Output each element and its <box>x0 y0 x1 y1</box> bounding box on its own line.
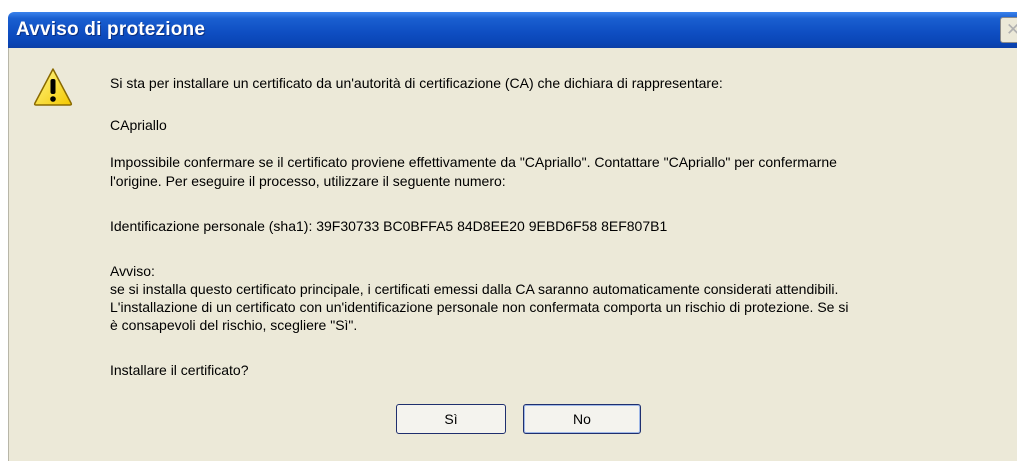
warning-text-line1: se si installa questo certificato princi… <box>110 281 839 297</box>
security-warning-dialog: Avviso di protezione ✕ Si sta per instal… <box>0 0 1017 461</box>
warning-icon <box>33 68 73 106</box>
verify-text-line1: Impossibile confermare se il certificato… <box>110 154 837 170</box>
question-text: Installare il certificato? <box>110 362 249 378</box>
ca-name: CApriallo <box>110 117 167 133</box>
no-button[interactable]: No <box>523 404 641 434</box>
close-icon: ✕ <box>1006 20 1017 39</box>
thumbprint-text: Identificazione personale (sha1): 39F307… <box>110 218 668 234</box>
dialog-body: Si sta per installare un certificato da … <box>8 48 1017 461</box>
close-button[interactable]: ✕ <box>1000 17 1017 43</box>
dialog-title: Avviso di protezione <box>16 19 206 40</box>
yes-button[interactable]: Sì <box>396 404 506 434</box>
warning-heading: Avviso: <box>110 263 155 279</box>
warning-text-line3: è consapevoli del rischio, scegliere "Sì… <box>110 317 358 333</box>
warning-text-line2: L'installazione di un certificato con un… <box>110 299 849 315</box>
verify-text-line2: l'origine. Per eseguire il processo, uti… <box>110 173 506 189</box>
title-bar[interactable]: Avviso di protezione ✕ <box>8 12 1017 48</box>
intro-text: Si sta per installare un certificato da … <box>110 75 723 91</box>
